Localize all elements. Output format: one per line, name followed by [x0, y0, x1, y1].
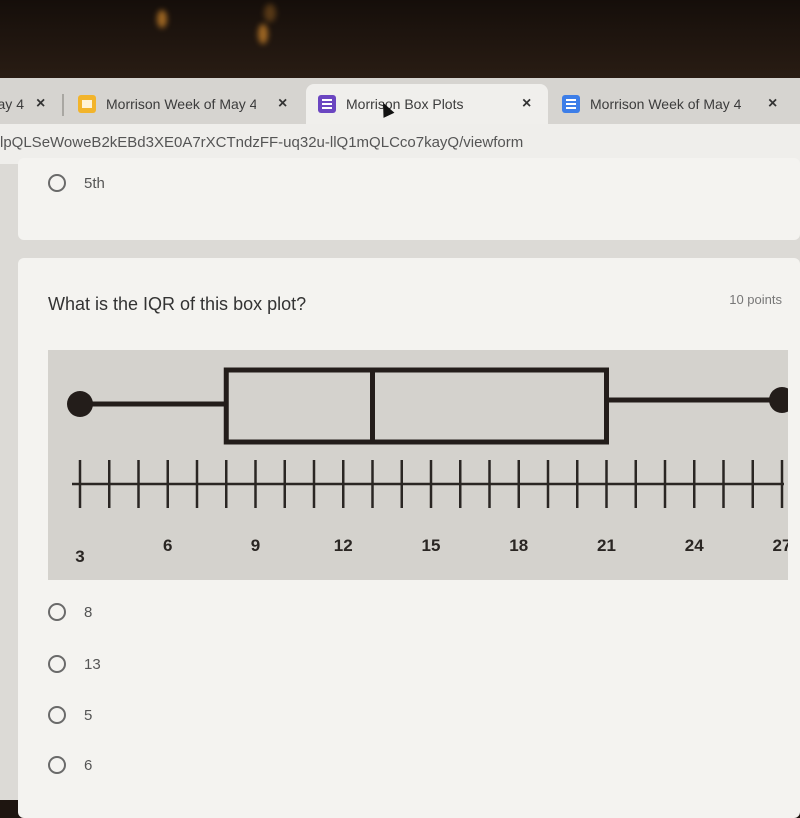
tick-label: 9	[251, 536, 260, 555]
tick-label: 12	[334, 536, 353, 555]
tab-separator	[62, 94, 64, 116]
tick-label: 15	[422, 536, 441, 555]
close-tab-icon[interactable]: ×	[522, 95, 531, 113]
option-label: 8	[84, 603, 93, 621]
tab-title: Week of May 4	[0, 96, 24, 112]
light-reflection	[157, 10, 167, 28]
min-point	[67, 391, 93, 417]
tab-title: Morrison Week of May 4	[590, 96, 742, 112]
tick-label: 18	[509, 536, 528, 555]
option-label: 13	[84, 655, 101, 673]
form-content: 5th What is the IQR of this box plot? 10…	[0, 158, 800, 818]
monitor-bezel	[0, 0, 800, 82]
tab-3[interactable]: Morrison Week of May 4 ×	[562, 84, 792, 124]
previous-question-card: 5th	[18, 158, 800, 240]
tick-label: 24	[685, 536, 704, 555]
tab-0[interactable]: Week of May 4 ×	[0, 84, 54, 124]
radio-button[interactable]	[48, 603, 66, 621]
max-point	[769, 387, 788, 413]
radio-button[interactable]	[48, 655, 66, 673]
iqr-box	[223, 367, 609, 445]
option-row[interactable]: 5th	[48, 174, 105, 192]
radio-button[interactable]	[48, 174, 66, 192]
light-reflection	[258, 24, 268, 44]
slides-icon	[78, 95, 96, 113]
box-plot-image: 3 6 9 12 15 18 21 24 27	[48, 350, 788, 580]
light-reflection	[264, 4, 276, 22]
question-text: What is the IQR of this box plot?	[48, 294, 307, 314]
tab-2-active[interactable]: Morrison Box Plots ×	[306, 84, 548, 124]
tab-bar: Week of May 4 × Morrison Week of May 4 ×…	[0, 78, 800, 124]
forms-icon	[318, 95, 336, 113]
tick-label: 27	[773, 536, 788, 555]
option-row[interactable]: 13	[48, 655, 101, 673]
close-tab-icon[interactable]: ×	[278, 95, 287, 113]
option-label: 5	[84, 706, 93, 724]
points-label: 10 points	[729, 292, 782, 307]
tab-1[interactable]: Morrison Week of May 4 ×	[78, 84, 298, 124]
tick-label: 21	[597, 536, 616, 555]
docs-icon	[562, 95, 580, 113]
question-card: What is the IQR of this box plot? 10 poi…	[18, 258, 800, 818]
option-row[interactable]: 6	[48, 756, 92, 774]
browser-window: Week of May 4 × Morrison Week of May 4 ×…	[0, 78, 800, 818]
option-row[interactable]: 5	[48, 706, 92, 724]
close-tab-icon[interactable]: ×	[768, 95, 777, 113]
option-row[interactable]: 8	[48, 603, 92, 621]
option-label: 5th	[84, 174, 105, 192]
tick-label: 6	[163, 536, 172, 555]
radio-button[interactable]	[48, 706, 66, 724]
tab-title: Morrison Box Plots	[346, 96, 464, 112]
tick-label: 3	[75, 547, 84, 566]
url-text[interactable]: lpQLSeWoweB2kEBd3XE0A7rXCTndzFF-uq32u-ll…	[0, 134, 523, 151]
tab-title: Morrison Week of May 4	[106, 96, 256, 112]
radio-button[interactable]	[48, 756, 66, 774]
close-tab-icon[interactable]: ×	[36, 95, 45, 113]
option-label: 6	[84, 756, 93, 774]
box-plot-chart: 3 6 9 12 15 18 21 24 27	[67, 367, 788, 566]
